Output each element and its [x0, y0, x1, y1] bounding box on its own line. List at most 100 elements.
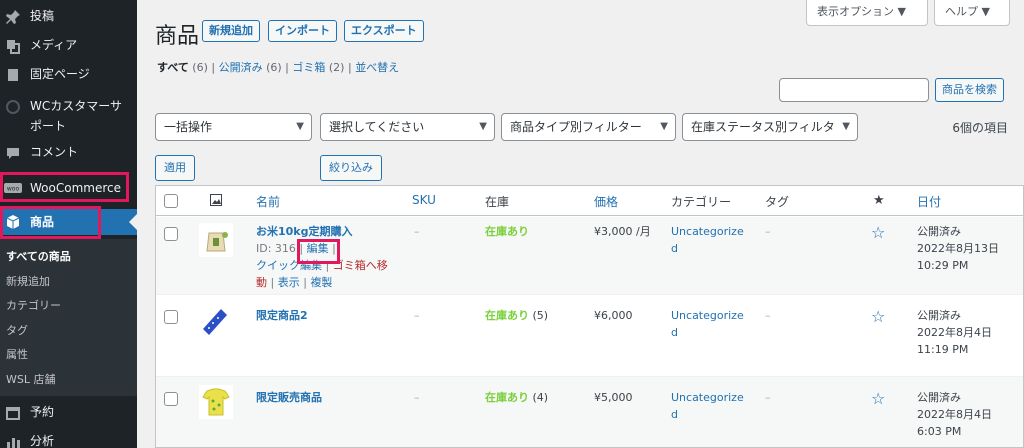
stock-status-select[interactable]: 在庫ステータス別フィルタ ▼ [682, 113, 858, 141]
help-button[interactable]: ヘルプ ▼ [934, 0, 1010, 26]
view-trash[interactable]: ゴミ箱 [292, 61, 325, 74]
menu-analytics[interactable]: 分析 [0, 431, 137, 448]
stock-status: 在庫あり [485, 309, 529, 322]
submenu-all-products[interactable]: すべての商品 [6, 248, 71, 264]
page-icon [2, 67, 24, 83]
menu-label: WCカスタマーサ [30, 99, 123, 113]
post-time: 10:29 PM [917, 259, 969, 272]
apply-button[interactable]: 適用 [155, 155, 195, 181]
active-indicator [129, 214, 137, 230]
row-checkbox[interactable] [164, 310, 178, 324]
chevron-down-icon: ▼ [840, 114, 850, 140]
highlight-products [0, 206, 101, 239]
menu-comments[interactable]: コメント [0, 142, 137, 163]
category-text-2: d [671, 408, 678, 421]
tags-value: – [765, 309, 771, 322]
product-type-select[interactable]: 商品タイプ別フィルター ▼ [501, 113, 676, 141]
row-checkbox[interactable] [164, 392, 178, 406]
comment-icon [2, 145, 24, 161]
view-sort[interactable]: 並べ替え [355, 61, 399, 74]
highlight-woocommerce [0, 172, 129, 202]
featured-star-outline-icon[interactable]: ☆ [871, 307, 885, 326]
col-date[interactable]: 日付 [917, 193, 941, 210]
screen-options-button[interactable]: 表示オプション ▼ [806, 0, 928, 26]
export-button[interactable]: エクスポート [344, 20, 424, 42]
product-name-link[interactable]: お米10kg定期購入 [256, 225, 353, 238]
row-checkbox[interactable] [164, 227, 178, 241]
post-time: 6:03 PM [917, 425, 962, 438]
menu-posts[interactable]: 投稿 [0, 6, 137, 27]
product-search-input[interactable] [779, 78, 929, 102]
duplicate-link[interactable]: 複製 [310, 276, 332, 289]
stock-quantity: (4) [532, 391, 549, 404]
menu-pages[interactable]: 固定ページ [0, 64, 137, 85]
product-thumbnail[interactable] [199, 385, 233, 419]
col-name[interactable]: 名前 [256, 193, 280, 210]
view-link[interactable]: 表示 [278, 276, 300, 289]
category-link[interactable]: Uncategorize d [671, 307, 744, 341]
menu-reservations[interactable]: 予約 [0, 402, 137, 423]
post-status: 公開済み [917, 391, 961, 404]
price-value: ¥3,000 /月 [594, 225, 651, 238]
category-link[interactable]: Uncategorize d [671, 389, 744, 423]
menu-label: 分析 [30, 434, 55, 448]
table-header: 名前 SKU 在庫 価格 カテゴリー タグ ★ 日付 [156, 186, 1023, 216]
image-icon [210, 194, 222, 209]
items-count: 6個の項目 [952, 121, 1008, 135]
category-text: Uncategorize [671, 309, 744, 322]
price-value: ¥5,000 [594, 391, 633, 404]
post-status: 公開済み [917, 309, 961, 322]
product-id: ID: 316 [256, 242, 296, 255]
featured-star-outline-icon[interactable]: ☆ [871, 223, 885, 242]
search-products-button[interactable]: 商品を検索 [935, 78, 1004, 102]
col-price[interactable]: 価格 [594, 193, 618, 210]
products-submenu: すべての商品 新規追加 カテゴリー タグ 属性 WSL 店舗 [0, 239, 137, 396]
product-name-link[interactable]: 限定販売商品 [256, 391, 322, 404]
price-value: ¥6,000 [594, 309, 633, 322]
menu-wc-support[interactable]: WCカスタマーサ ポート [0, 96, 137, 136]
add-new-button[interactable]: 新規追加 [202, 20, 260, 42]
media-icon [2, 38, 24, 54]
submenu-tags[interactable]: タグ [6, 322, 28, 338]
submenu-attributes[interactable]: 属性 [6, 346, 28, 362]
view-all[interactable]: すべて [157, 61, 189, 74]
stock-status: 在庫あり [485, 391, 529, 404]
post-date: 2022年8月13日 [917, 242, 999, 255]
submenu-add-new[interactable]: 新規追加 [6, 273, 50, 289]
menu-label: メディア [30, 38, 78, 52]
view-trash-count: (2) [328, 61, 345, 74]
table-row: 限定商品2 – 在庫あり (5) ¥6,000 Uncategorize d – … [156, 295, 1023, 377]
status-filter-links: すべて (6) | 公開済み (6) | ゴミ箱 (2) | 並べ替え [157, 61, 400, 74]
product-type-value: 商品タイプ別フィルター [510, 120, 642, 134]
menu-media[interactable]: メディア [0, 35, 137, 56]
stock-status: 在庫あり [485, 225, 529, 238]
category-text: Uncategorize [671, 225, 744, 238]
calendar-icon [2, 405, 24, 421]
featured-star-outline-icon[interactable]: ☆ [871, 389, 885, 408]
submenu-categories[interactable]: カテゴリー [6, 297, 61, 313]
menu-label: 固定ページ [30, 67, 90, 81]
view-all-count: (6) [192, 61, 208, 74]
product-thumbnail[interactable] [199, 305, 233, 339]
stock-quantity: (5) [532, 309, 549, 322]
category-select[interactable]: 選択してください ▼ [320, 113, 495, 141]
select-all-checkbox[interactable] [164, 194, 178, 208]
bulk-action-value: 一括操作 [164, 120, 213, 134]
sku-value: – [414, 309, 420, 322]
col-sku[interactable]: SKU [412, 193, 436, 207]
product-name-link[interactable]: 限定商品2 [256, 309, 308, 322]
view-published[interactable]: 公開済み [219, 61, 263, 74]
trash-link-cont[interactable]: 動 [256, 276, 267, 289]
category-link[interactable]: Uncategorize d [671, 223, 744, 257]
filter-button[interactable]: 絞り込み [320, 155, 382, 181]
product-thumbnail[interactable] [199, 223, 233, 257]
featured-star-icon[interactable]: ★ [873, 193, 885, 208]
menu-label-2: ポート [30, 119, 67, 133]
trash-link[interactable]: ゴミ箱へ移 [333, 259, 388, 272]
admin-sidebar: 投稿 メディア 固定ページ WCカスタマーサ ポート コメント woo WooCo… [0, 0, 137, 448]
category-text: Uncategorize [671, 391, 744, 404]
bulk-action-select[interactable]: 一括操作 ▼ [155, 113, 312, 141]
submenu-wsl-stores[interactable]: WSL 店舗 [6, 371, 55, 387]
import-button[interactable]: インポート [268, 20, 337, 42]
post-date: 2022年8月4日 [917, 408, 992, 421]
